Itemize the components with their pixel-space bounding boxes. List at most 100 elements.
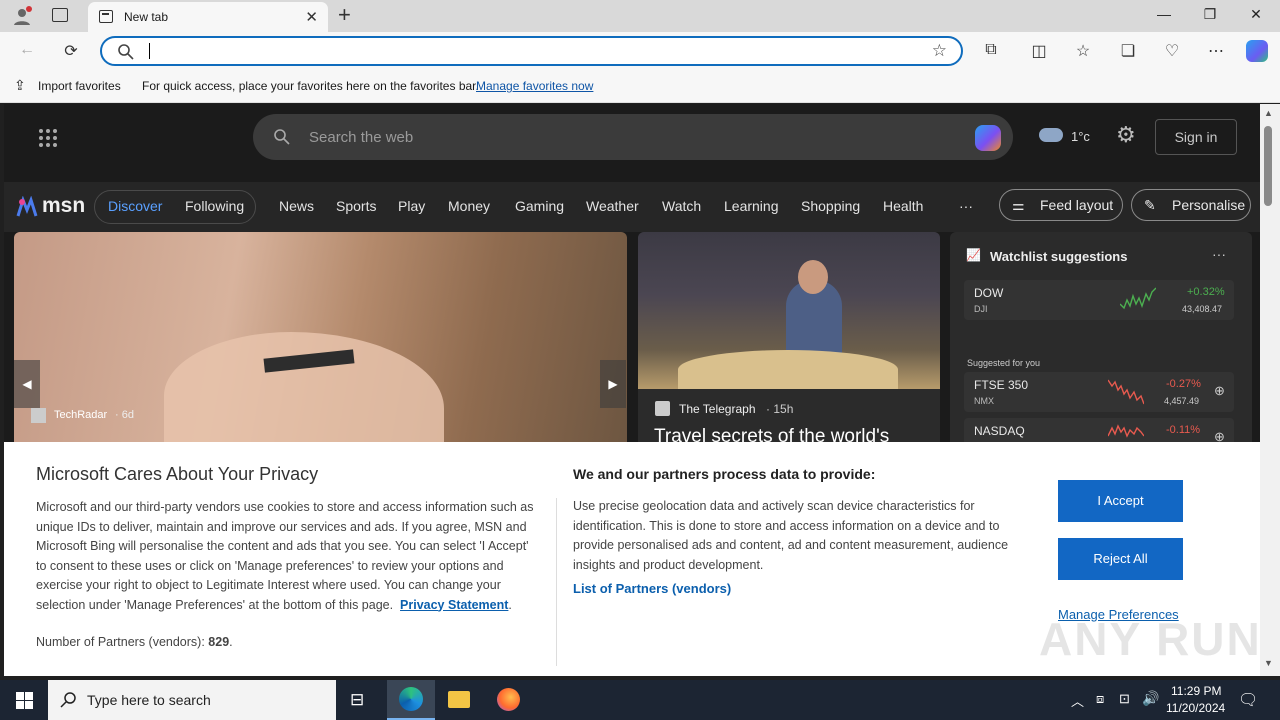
taskbar-search-box[interactable]: Type here to search	[48, 680, 336, 720]
stock-value: 4,457.49	[1164, 396, 1200, 406]
accept-button[interactable]: I Accept	[1058, 480, 1183, 522]
msn-logo[interactable]: msn	[42, 194, 85, 218]
carousel-prev-button[interactable]: ◀	[14, 360, 40, 408]
close-window-button[interactable]: ✕	[1233, 6, 1279, 23]
clock-time[interactable]: 11:29 PM	[1171, 684, 1221, 698]
maximize-button[interactable]: ❐	[1187, 6, 1233, 23]
clock-date[interactable]: 11/20/2024	[1166, 701, 1225, 715]
privacy-statement-link[interactable]: Privacy Statement	[400, 598, 508, 612]
stock-row[interactable]: DOW DJI +0.32% 43,408.47	[964, 280, 1234, 320]
weather-temp[interactable]: 1°c	[1071, 129, 1090, 144]
stock-row[interactable]: FTSE 350 NMX -0.27% 4,457.49 ⊕	[964, 372, 1234, 412]
privacy-consent-banner: Microsoft Cares About Your Privacy Micro…	[4, 442, 1260, 676]
watermark: ANY RUN	[1039, 613, 1262, 665]
nav-learning[interactable]: Learning	[724, 198, 779, 214]
new-tab-icon	[99, 10, 113, 23]
import-favorites-label[interactable]: Import favorites	[38, 79, 121, 93]
edge-taskbar-icon[interactable]	[387, 680, 435, 720]
web-search-box[interactable]: Search the web	[253, 114, 1013, 160]
volume-icon[interactable]: 🔊	[1142, 690, 1159, 707]
windows-start-icon[interactable]	[16, 692, 33, 709]
privacy-body: Microsoft and our third-party vendors us…	[36, 500, 534, 612]
copilot-icon[interactable]	[975, 125, 1001, 151]
partners-count: Number of Partners (vendors): 829.	[36, 635, 233, 649]
nav-gaming[interactable]: Gaming	[515, 198, 564, 214]
copilot-icon[interactable]	[1246, 40, 1268, 62]
hero-story-card[interactable]: ◀ ▶ TechRadar · 6d	[14, 232, 627, 452]
notifications-icon[interactable]: 🗨	[1238, 690, 1258, 710]
nav-money[interactable]: Money	[448, 198, 490, 214]
stocks-icon: 📈	[966, 248, 981, 262]
back-icon[interactable]: ←	[16, 41, 38, 59]
sparkline-chart	[1120, 287, 1156, 310]
cloud-icon	[1039, 128, 1063, 142]
new-tab-button[interactable]: +	[338, 2, 351, 28]
network-icon[interactable]: ⊡	[1119, 691, 1130, 707]
apps-grid-icon[interactable]	[38, 128, 58, 148]
task-view-icon[interactable]: ⊟	[350, 690, 364, 710]
browser-essentials-icon[interactable]: ♡	[1161, 41, 1183, 61]
collections-icon[interactable]: ❏	[1117, 41, 1139, 61]
watchlist-card: 📈 Watchlist suggestions ··· DOW DJI +0.3…	[950, 232, 1252, 452]
watchlist-title: Watchlist suggestions	[990, 249, 1128, 264]
nav-play[interactable]: Play	[398, 198, 425, 214]
hero-image	[164, 332, 444, 452]
tab-discover[interactable]: Discover	[108, 198, 162, 214]
tray-device-icon[interactable]: ⧈	[1096, 691, 1104, 707]
refresh-icon[interactable]: ⟳	[60, 41, 82, 61]
search-icon	[274, 129, 290, 145]
personalise-label: Personalise	[1172, 197, 1246, 213]
split-screen-icon[interactable]: ◫	[1028, 41, 1050, 61]
scroll-down-icon[interactable]: ▼	[1264, 658, 1273, 668]
nav-shopping[interactable]: Shopping	[801, 198, 860, 214]
nav-weather[interactable]: Weather	[586, 198, 639, 214]
browser-toolbar: ← ⟳ ☆ ⧉ ◫ ☆ ❏ ♡ ⋯	[0, 32, 1280, 70]
nav-sports[interactable]: Sports	[336, 198, 376, 214]
telegraph-story-card[interactable]: The Telegraph · 15h Travel secrets of th…	[638, 232, 940, 452]
scroll-up-icon[interactable]: ▲	[1264, 108, 1273, 118]
extensions-icon[interactable]: ⧉	[980, 41, 1002, 59]
feed-layout-button[interactable]: ⚌ Feed layout	[999, 189, 1123, 221]
nav-more[interactable]: ···	[959, 198, 973, 214]
profile-icon[interactable]	[12, 6, 32, 26]
address-bar[interactable]: ☆	[100, 36, 963, 66]
more-menu-icon[interactable]: ⋯	[1205, 41, 1227, 61]
divider	[556, 498, 557, 666]
nav-health[interactable]: Health	[883, 198, 923, 214]
stock-symbol: NASDAQ	[974, 424, 1025, 438]
list-of-partners-link[interactable]: List of Partners (vendors)	[573, 581, 731, 596]
import-favorites-icon[interactable]: ⇪	[14, 77, 26, 94]
sliders-icon: ⚌	[1012, 197, 1025, 213]
firefox-icon[interactable]	[497, 688, 520, 711]
tab-actions-icon[interactable]	[52, 8, 68, 22]
personalise-button[interactable]: ✎ Personalise	[1131, 189, 1251, 221]
nav-watch[interactable]: Watch	[662, 198, 701, 214]
reject-all-button[interactable]: Reject All	[1058, 538, 1183, 580]
add-stock-icon[interactable]: ⊕	[1214, 383, 1225, 399]
star-icon[interactable]: ☆	[932, 41, 947, 61]
tab-title: New tab	[124, 10, 169, 24]
stock-symbol: DOW	[974, 286, 1004, 300]
stock-symbol: FTSE 350	[974, 378, 1029, 392]
file-explorer-icon[interactable]	[448, 691, 470, 708]
favorites-icon[interactable]: ☆	[1072, 41, 1094, 61]
carousel-next-button[interactable]: ▶	[600, 360, 626, 408]
tab-new-tab[interactable]: New tab ✕	[88, 2, 328, 32]
title-bar: New tab ✕ + — ❐ ✕	[0, 0, 1280, 32]
watchlist-more-icon[interactable]: ···	[1212, 246, 1226, 262]
close-tab-icon[interactable]: ✕	[305, 8, 318, 26]
tab-following[interactable]: Following	[185, 198, 244, 214]
hero-source: TechRadar	[54, 409, 108, 421]
tray-chevron-icon[interactable]: ︿	[1071, 691, 1084, 710]
scrollbar-thumb[interactable]	[1264, 126, 1272, 206]
settings-gear-icon[interactable]: ⚙	[1116, 122, 1136, 148]
data-processing-heading: We and our partners process data to prov…	[573, 466, 876, 482]
nav-news[interactable]: News	[279, 198, 314, 214]
hero-age: · 6d	[115, 409, 134, 421]
manage-favorites-link[interactable]: Manage favorites now	[476, 79, 593, 93]
page-scrollbar[interactable]: ▲ ▼	[1260, 104, 1280, 676]
sparkline-chart	[1108, 379, 1144, 405]
sign-in-button[interactable]: Sign in	[1155, 119, 1237, 155]
partners-count-label: Number of Partners (vendors):	[36, 635, 209, 649]
minimize-button[interactable]: —	[1141, 6, 1187, 22]
